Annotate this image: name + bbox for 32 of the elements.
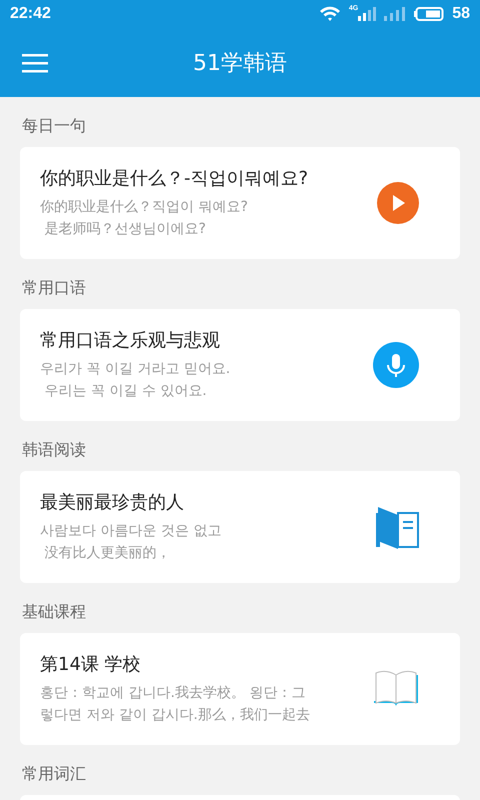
card-text: 没有比人更美丽的， bbox=[43, 544, 172, 563]
section-label: 基础课程 bbox=[22, 602, 86, 621]
battery-percent: 58 bbox=[452, 5, 470, 23]
card-text: 렇다면 저와 같이 갑시다.那么，我们一起去 bbox=[40, 706, 311, 725]
app-title: 51学韩语 bbox=[193, 50, 287, 76]
section-label: 韩语阅读 bbox=[22, 440, 86, 459]
lesson-card[interactable]: 你的职业是什么？-직업이뭐예요? 你的职业是什么？직업이 뭐예요? 是老师吗？선생님이에요? bbox=[20, 147, 460, 259]
signal-icon bbox=[384, 7, 406, 21]
section-label: 每日一句 bbox=[22, 116, 86, 135]
card-text: 你的职业是什么？직업이 뭐예요? bbox=[40, 198, 249, 217]
card-text: 홍단：학교에 갑니다.我去学校。 욍단：그 bbox=[40, 684, 306, 703]
card-text: 是老师吗？선생님이에요? bbox=[43, 220, 207, 239]
card-title: 最美丽最珍贵的人 bbox=[40, 491, 185, 514]
card-text: 우리가 꼭 이길 거라고 믿어요. bbox=[40, 360, 232, 379]
card-text: 사람보다 아름다운 것은 없고 bbox=[40, 522, 222, 541]
signal-icon bbox=[358, 7, 376, 21]
card-text: 우리는 꼭 이길 수 있어요. bbox=[43, 382, 208, 401]
battery-icon bbox=[414, 7, 444, 21]
wifi-icon bbox=[318, 6, 341, 22]
card-title: 常用口语之乐观与悲观 bbox=[40, 329, 221, 352]
play-icon bbox=[376, 181, 420, 225]
lesson-card[interactable]: 常用口语之乐观与悲观 우리가 꼭 이길 거라고 믿어요. 우리는 꼭 이길 수 있어요. bbox=[20, 309, 460, 421]
book-icon bbox=[374, 505, 420, 549]
section-label: 常用词汇 bbox=[22, 764, 86, 783]
lesson-card[interactable]: 最美丽最珍贵的人 사람보다 아름다운 것은 없고 没有比人更美丽的， bbox=[20, 471, 460, 583]
lesson-card[interactable]: 第14课 学校 홍단：학교에 갑니다.我去学校。 욍단：그 렇다면 저와 같이 갑시다.那么，我们一起去 bbox=[20, 633, 460, 745]
card-title: 你的职业是什么？-직업이뭐예요? bbox=[40, 167, 310, 190]
status-time: 22:42 bbox=[10, 5, 52, 23]
menu-icon bbox=[22, 52, 48, 72]
microphone-icon bbox=[372, 341, 420, 389]
card-title: 第14课 学校 bbox=[40, 653, 142, 676]
section-label: 常用口语 bbox=[22, 278, 86, 297]
